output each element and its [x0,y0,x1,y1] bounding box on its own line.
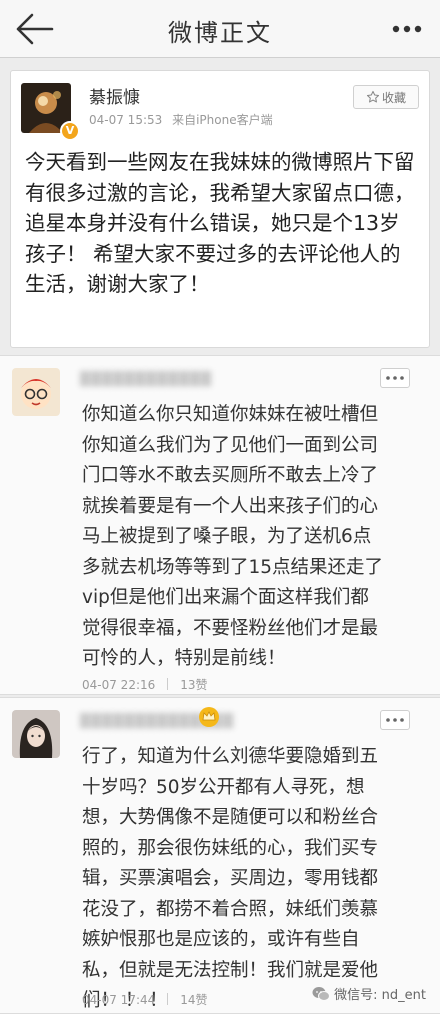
comment-time: 04-07 17:44 [82,993,156,1007]
star-icon [366,90,380,103]
comment-time: 04-07 22:16 [82,678,156,692]
comment-more-button[interactable] [380,710,410,730]
comment-meta: 04-07 17:44 14赞 [82,991,208,1008]
post-card: V 綦振慷 04-07 15:53 来自iPhone客户端 收藏 今天看到一些网… [10,70,430,348]
commenter-avatar[interactable] [12,368,60,416]
favorite-button[interactable]: 收藏 [353,85,419,109]
comment-text: 你知道么你只知道你妹妹在被吐槽但你知道么我们为了见他们一面到公司门口等水不敢去买… [82,404,384,669]
post-text: 今天看到一些网友在我妹妹的微博照片下留有很多过激的言论，我希望大家留点口德，追星… [25,150,415,296]
commenter-avatar[interactable] [12,710,60,758]
comment-likes[interactable]: 13赞 [180,678,207,692]
favorite-label: 收藏 [381,90,406,105]
commenter-name-blurred[interactable]: ████████████ [80,372,212,387]
nav-bar: 微博正文 [0,0,440,58]
comment-item: ████████████ 你知道么你只知道你妹妹在被吐槽但你知道么我们为了见他们… [0,355,440,695]
post-meta: 04-07 15:53 来自iPhone客户端 [89,111,279,128]
comment-meta: 04-07 22:16 13赞 [82,676,208,693]
more-dots-icon [386,376,404,380]
more-dots-icon[interactable] [392,25,422,33]
more-dots-icon [386,718,404,722]
crown-icon [199,707,219,727]
wechat-watermark: 微信号: nd_ent [312,984,426,1003]
comment-item: ██████████████ 行了，知道为什么刘德华要隐婚到五十岁吗？50岁公开… [0,697,440,1014]
comment-more-button[interactable] [380,368,410,388]
comment-text: 行了，知道为什么刘德华要隐婚到五十岁吗？50岁公开都有人寻死，想想，大势偶像不是… [82,746,379,1011]
watermark-text: 微信号: nd_ent [334,988,426,1003]
comment-likes[interactable]: 14赞 [180,993,207,1007]
post-time: 04-07 15:53 [89,113,163,127]
page-title: 微博正文 [168,19,272,47]
v-badge-icon: V [60,121,80,141]
wechat-icon [312,986,331,1001]
post-source: 来自iPhone客户端 [172,113,273,127]
author-name[interactable]: 綦振慷 [89,83,140,108]
